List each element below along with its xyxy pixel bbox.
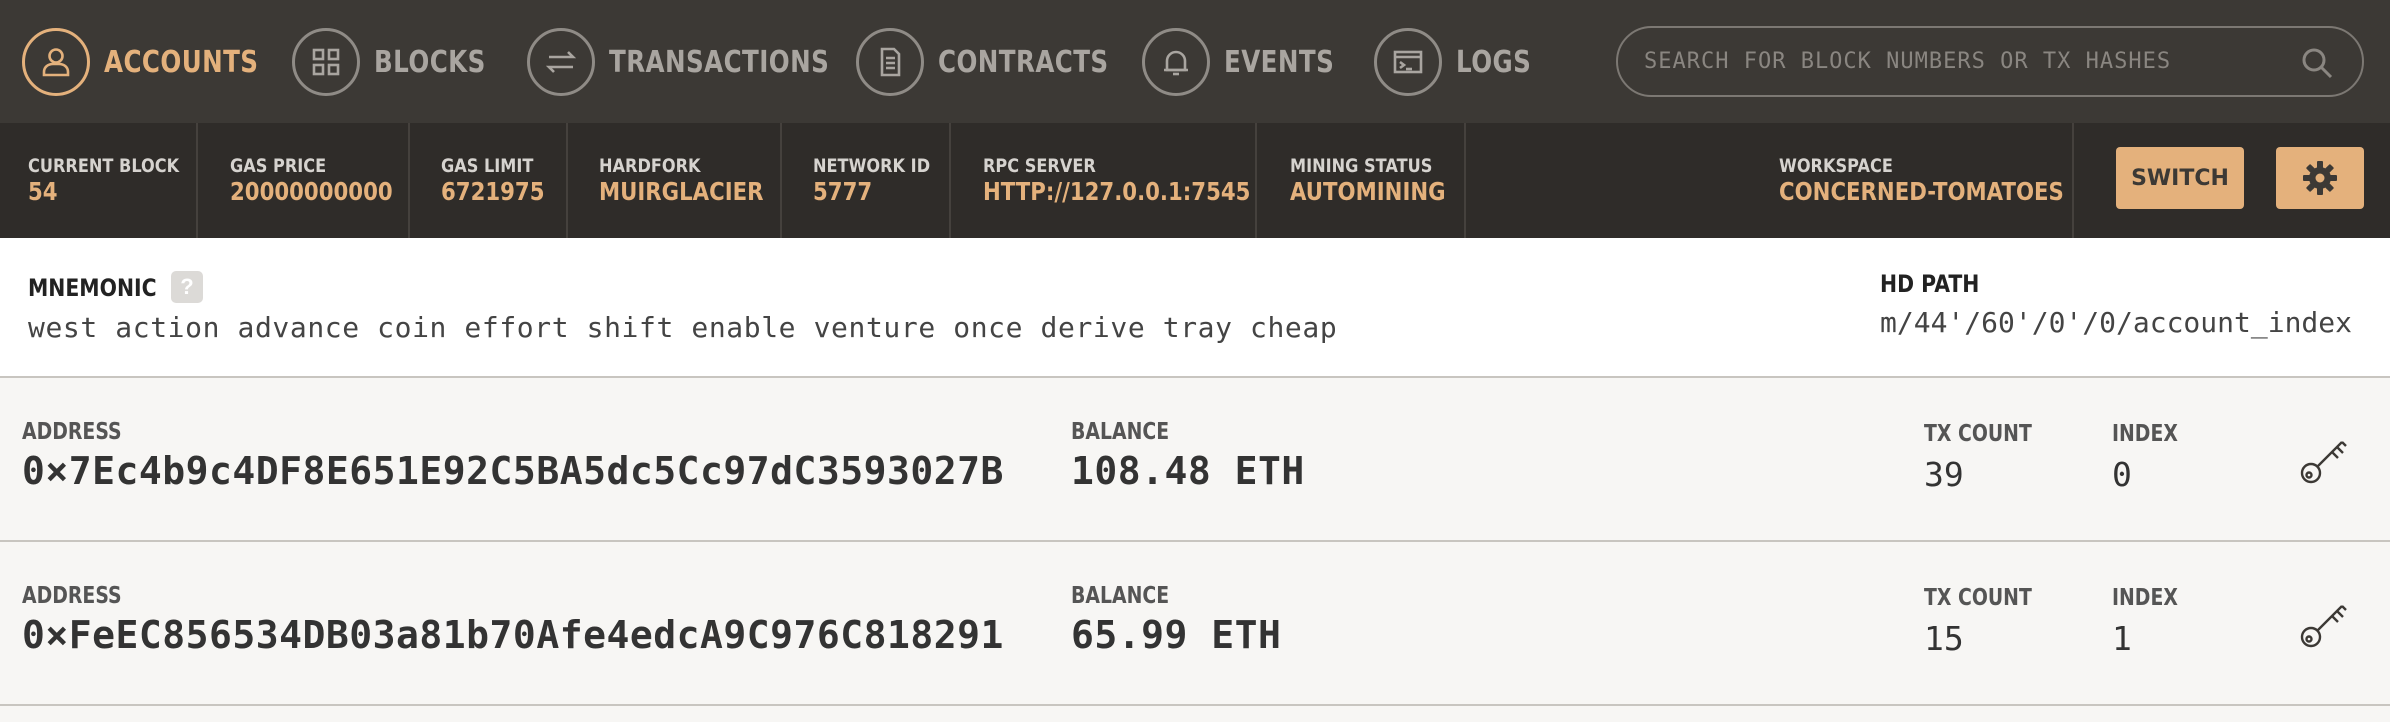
grid-icon (292, 28, 360, 96)
balance-value: 108.48 ETH (1071, 449, 1305, 493)
mnemonic-title: MNEMONIC (28, 274, 157, 302)
address-value: 0×7Ec4b9c4DF8E651E92C5BA5dc5Cc97dC359302… (22, 449, 1004, 493)
index-value: 0 (2112, 455, 2132, 494)
balance-label: BALANCE (1071, 419, 1170, 445)
gear-icon (2303, 161, 2337, 195)
hardfork-label: HARDFORK (599, 155, 701, 177)
address-label: ADDRESS (22, 419, 122, 445)
nav-transactions[interactable]: TRANSACTIONS (527, 26, 878, 98)
stat-hardfork: HARDFORK MUIRGLACIER (568, 123, 782, 238)
current-block-label: CURRENT BLOCK (28, 155, 180, 177)
account-row[interactable]: ADDRESS 0×FeEC856534DB03a81b70Afe4edcA9C… (0, 542, 2390, 706)
nav-blocks[interactable]: BLOCKS (292, 26, 510, 98)
bell-icon (1142, 28, 1210, 96)
balance-value: 65.99 ETH (1071, 613, 1282, 657)
index-label: INDEX (2112, 421, 2178, 447)
address-value: 0×FeEC856534DB03a81b70Afe4edcA9C976C8182… (22, 613, 1004, 657)
search-input[interactable] (1642, 35, 2286, 88)
search-icon[interactable] (2300, 46, 2334, 80)
nav-label-accounts: ACCOUNTS (104, 44, 259, 80)
rpc-server-value: HTTP://127.0.0.1:7545 (983, 177, 1251, 206)
index-label: INDEX (2112, 585, 2178, 611)
nav-label-events: EVENTS (1224, 44, 1335, 80)
gas-price-label: GAS PRICE (230, 155, 327, 177)
stat-current-block: CURRENT BLOCK 54 (0, 123, 198, 238)
key-icon[interactable] (2298, 434, 2350, 486)
workspace-label: WORKSPACE (1779, 155, 1893, 177)
current-block-value: 54 (28, 177, 58, 206)
stat-rpc-server: RPC SERVER HTTP://127.0.0.1:7545 (951, 123, 1257, 238)
mining-status-value: AUTOMINING (1290, 177, 1446, 206)
document-icon (856, 28, 924, 96)
mnemonic-panel: MNEMONIC ? west action advance coin effo… (0, 238, 2390, 378)
address-label: ADDRESS (22, 583, 122, 609)
tx-count-label: TX COUNT (1924, 421, 2032, 447)
switch-workspace-button[interactable]: SWITCH (2116, 147, 2244, 209)
network-id-label: NETWORK ID (813, 155, 931, 177)
nav-label-contracts: CONTRACTS (938, 44, 1109, 80)
rpc-server-label: RPC SERVER (983, 155, 1096, 177)
stat-gas-price: GAS PRICE 20000000000 (198, 123, 410, 238)
help-icon[interactable]: ? (171, 271, 203, 303)
stat-mining-status: MINING STATUS AUTOMINING (1257, 123, 1466, 238)
nav-logs[interactable]: LOGS (1374, 26, 1548, 98)
settings-button[interactable] (2276, 147, 2364, 209)
arrows-icon (527, 28, 595, 96)
stat-network-id: NETWORK ID 5777 (782, 123, 951, 238)
balance-label: BALANCE (1071, 583, 1170, 609)
hardfork-value: MUIRGLACIER (599, 177, 764, 206)
index-value: 1 (2112, 619, 2132, 658)
key-icon[interactable] (2298, 598, 2350, 650)
tx-count-label: TX COUNT (1924, 585, 2032, 611)
mnemonic-words: west action advance coin effort shift en… (28, 311, 1338, 344)
gas-limit-value: 6721975 (441, 177, 545, 206)
hd-path-title: HD PATH (1880, 270, 1980, 298)
hd-path-value: m/44'/60'/0'/0/account_index (1880, 306, 2353, 339)
stat-gas-limit: GAS LIMIT 6721975 (410, 123, 568, 238)
nav-label-transactions: TRANSACTIONS (609, 44, 830, 80)
user-icon (22, 28, 90, 96)
tx-count-value: 15 (1924, 619, 1964, 658)
nav-contracts[interactable]: CONTRACTS (856, 26, 1146, 98)
nav-accounts[interactable]: ACCOUNTS (22, 26, 292, 98)
nav-label-blocks: BLOCKS (374, 44, 486, 80)
search-box (1616, 26, 2364, 97)
top-nav: ACCOUNTS BLOCKS TRANSACTIONS CONTRACTS E… (0, 0, 2390, 123)
account-row[interactable]: ADDRESS 0×7Ec4b9c4DF8E651E92C5BA5dc5Cc97… (0, 378, 2390, 542)
nav-events[interactable]: EVENTS (1142, 26, 1358, 98)
gas-price-value: 20000000000 (230, 177, 393, 206)
gas-limit-label: GAS LIMIT (441, 155, 534, 177)
network-id-value: 5777 (813, 177, 873, 206)
status-divider (2072, 123, 2074, 238)
workspace-value: CONCERNED-TOMATOES (1779, 177, 2064, 206)
nav-label-logs: LOGS (1456, 44, 1532, 80)
terminal-icon (1374, 28, 1442, 96)
mining-status-label: MINING STATUS (1290, 155, 1433, 177)
tx-count-value: 39 (1924, 455, 1964, 494)
